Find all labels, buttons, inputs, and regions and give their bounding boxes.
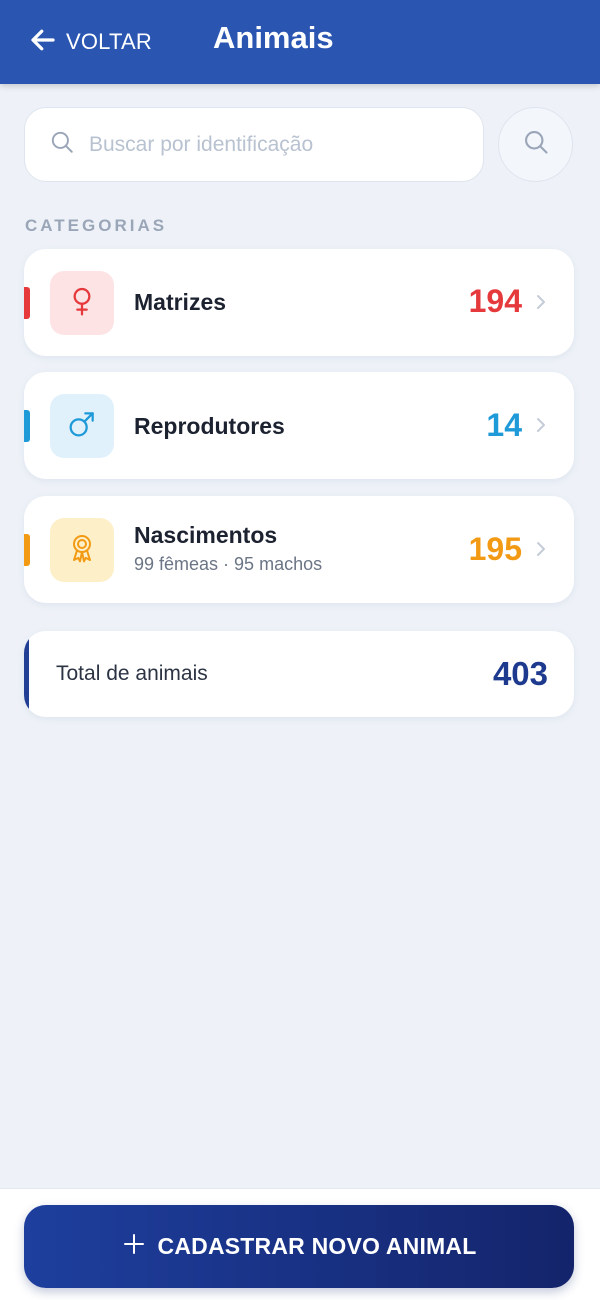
total-accent-bar: [24, 631, 29, 717]
chevron-right-icon: [534, 538, 548, 560]
categories-heading: CATEGORIAS: [25, 216, 168, 235]
chevron-right-icon: [534, 291, 548, 313]
bottom-action-bar: CADASTRAR NOVO ANIMAL: [0, 1188, 600, 1300]
search-button[interactable]: [498, 107, 573, 182]
category-icon-tile: [50, 271, 114, 335]
category-label: Reprodutores: [134, 413, 285, 439]
app-root: VOLTAR Animais CATEGORIAS: [0, 0, 600, 1300]
category-icon-tile: [50, 518, 114, 582]
total-animals-card: Total de animais 403: [24, 631, 574, 717]
card-accent-bar: [24, 287, 30, 319]
male-symbol-icon: [66, 408, 98, 445]
back-button[interactable]: VOLTAR: [28, 18, 152, 66]
category-card-nascimentos[interactable]: Nascimentos 99 fêmeas · 95 machos 195: [24, 496, 574, 603]
total-value: 403: [492, 655, 548, 692]
arrow-left-icon: [28, 25, 58, 60]
category-label: Matrizes: [134, 289, 227, 315]
back-button-label: VOLTAR: [66, 29, 152, 54]
top-app-bar: VOLTAR Animais: [0, 0, 600, 84]
add-animal-button-label: CADASTRAR NOVO ANIMAL: [157, 1233, 477, 1259]
search-input[interactable]: [89, 132, 469, 157]
search-field[interactable]: [24, 107, 484, 182]
female-symbol-icon: [66, 285, 98, 322]
plus-icon: [122, 1232, 146, 1261]
search-icon: [49, 129, 75, 160]
category-label: Nascimentos: [134, 522, 278, 548]
search-icon: [522, 128, 550, 161]
page-title: Animais: [213, 20, 334, 55]
total-label: Total de animais: [56, 662, 208, 685]
category-sublabel: 99 fêmeas · 95 machos: [134, 554, 323, 574]
add-animal-button[interactable]: CADASTRAR NOVO ANIMAL: [24, 1205, 574, 1288]
card-accent-bar: [24, 410, 30, 442]
category-count: 14: [486, 407, 522, 443]
category-icon-tile: [50, 394, 114, 458]
chevron-right-icon: [534, 414, 548, 436]
card-accent-bar: [24, 534, 30, 566]
category-count: 195: [468, 531, 522, 567]
award-ribbon-icon: [66, 532, 98, 569]
category-count: 194: [468, 283, 522, 319]
category-card-reprodutores[interactable]: Reprodutores 14: [24, 372, 574, 479]
category-card-matrizes[interactable]: Matrizes 194: [24, 249, 574, 356]
